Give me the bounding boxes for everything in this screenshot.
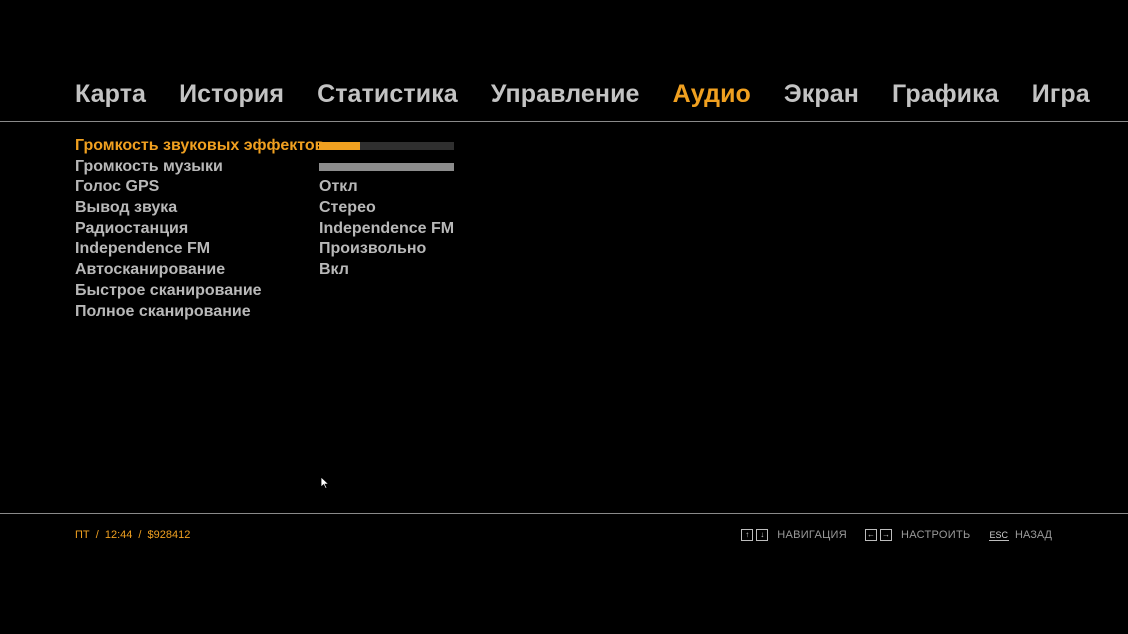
tab-history[interactable]: История: [179, 80, 284, 109]
tab-controls[interactable]: Управление: [491, 80, 640, 109]
arrow-down-key-icon: ↓: [756, 529, 769, 541]
adjust-hint-label: НАСТРОИТЬ: [900, 529, 971, 541]
control-hints: ↑ ↓ НАВИГАЦИЯ ← → НАСТРОИТЬ ESC НАЗАД: [723, 529, 1052, 541]
settings-values: Откл Стерео Independence FM Произвольно …: [319, 136, 459, 281]
quick-scan-button[interactable]: Быстрое сканирование: [75, 281, 324, 302]
status-separator: /: [138, 529, 142, 541]
sfx-volume-fill: [319, 142, 360, 150]
gps-voice-value[interactable]: Откл: [319, 177, 459, 198]
auto-scan-label[interactable]: Автосканирование: [75, 260, 324, 281]
independence-fm-label[interactable]: Independence FM: [75, 239, 324, 260]
tab-audio[interactable]: Аудио: [673, 80, 751, 109]
music-volume-label[interactable]: Громкость музыки: [75, 157, 324, 178]
tab-stats[interactable]: Статистика: [317, 80, 458, 109]
status-time: 12:44: [104, 529, 133, 541]
music-volume-slider[interactable]: [319, 162, 454, 171]
arrow-up-key-icon: ↑: [741, 529, 754, 541]
navigate-hint-label: НАВИГАЦИЯ: [777, 529, 847, 541]
tab-display[interactable]: Экран: [784, 80, 859, 109]
status-separator: /: [95, 529, 99, 541]
full-scan-button[interactable]: Полное сканирование: [75, 302, 324, 323]
sfx-volume-label[interactable]: Громкость звуковых эффектов: [75, 136, 324, 157]
navigate-hint[interactable]: ↑ ↓ НАВИГАЦИЯ: [741, 529, 847, 541]
back-hint-label: НАЗАД: [1015, 529, 1052, 541]
status-readout: ПТ / 12:44 / $928412: [75, 529, 193, 541]
arrow-left-key-icon: ←: [864, 529, 877, 541]
tab-game[interactable]: Игра: [1032, 80, 1090, 109]
gps-voice-label[interactable]: Голос GPS: [75, 177, 324, 198]
status-day: ПТ: [75, 529, 90, 541]
sfx-volume-row: [319, 136, 459, 157]
arrow-right-key-icon: →: [879, 529, 892, 541]
esc-key-icon: ESC: [988, 529, 1010, 541]
back-hint[interactable]: ESC НАЗАД: [988, 529, 1052, 541]
tab-map[interactable]: Карта: [75, 80, 146, 109]
sound-output-label[interactable]: Вывод звука: [75, 198, 324, 219]
sfx-volume-slider[interactable]: [319, 142, 454, 150]
tab-graphics[interactable]: Графика: [892, 80, 999, 109]
tab-bar: Карта История Статистика Управление Ауди…: [75, 76, 1123, 112]
radio-station-label[interactable]: Радиостанция: [75, 219, 324, 240]
adjust-hint[interactable]: ← → НАСТРОИТЬ: [864, 529, 971, 541]
radio-station-value[interactable]: Independence FM: [319, 219, 459, 240]
mouse-cursor-icon: [320, 476, 330, 490]
settings-labels: Громкость звуковых эффектов Громкость му…: [75, 136, 324, 322]
sound-output-value[interactable]: Стерео: [319, 198, 459, 219]
footer-divider: [0, 513, 1128, 514]
header-divider: [0, 121, 1128, 122]
music-volume-row: [319, 157, 459, 178]
music-volume-fill: [319, 162, 454, 171]
independence-fm-value[interactable]: Произвольно: [319, 239, 459, 260]
status-money: $928412: [147, 529, 191, 541]
auto-scan-value[interactable]: Вкл: [319, 260, 459, 281]
